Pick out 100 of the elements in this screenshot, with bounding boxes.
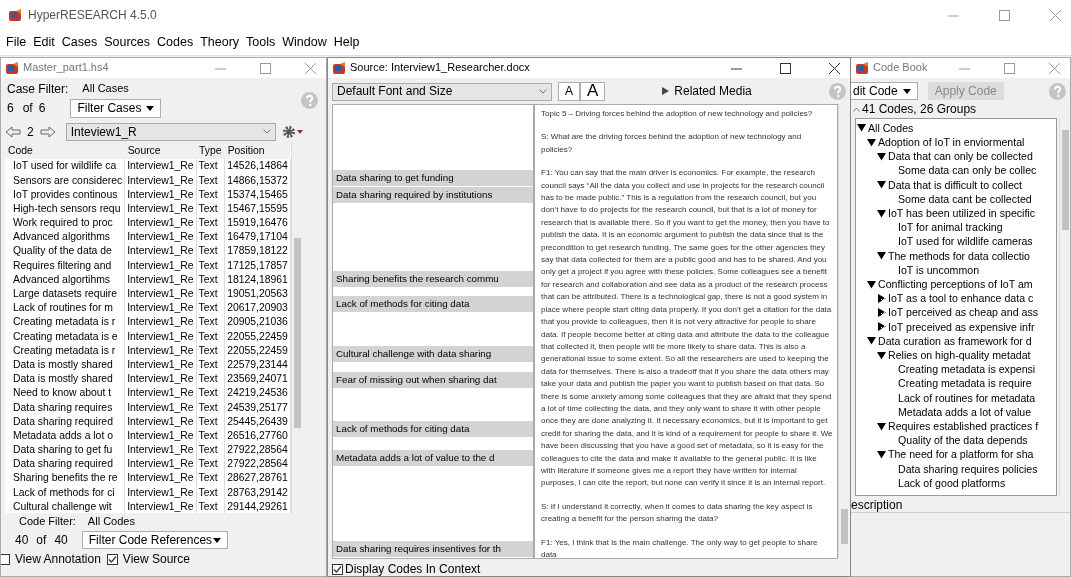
expanded-triangle-icon[interactable] [857,123,867,133]
tree-item[interactable]: Data sharing requires policies [898,461,1038,476]
font-dropdown[interactable]: Default Font and Size [332,82,552,101]
code-band[interactable]: Data sharing required by institutions [333,187,533,203]
table-cell: Text [196,216,225,231]
menu-item[interactable]: Theory [200,35,240,50]
table-cell: Quality of the data de [5,244,125,259]
column-header[interactable]: Code [5,142,125,160]
tree-item[interactable]: Some data cant be collected [898,191,1032,206]
tree-item[interactable]: IoT perceived as cheap and ass [888,305,1038,320]
tree-item[interactable]: Data that can only be collected [888,149,1033,164]
menu-item[interactable]: Help [333,35,360,50]
tree-item[interactable]: Conflicting perceptions of IoT am [878,277,1033,292]
column-header[interactable]: Type [196,142,225,160]
menu-item[interactable]: Window [282,35,327,50]
code-band[interactable]: Data sharing requires insentives for th [333,541,533,557]
tree-item[interactable]: Lack of routines for metadata [898,390,1036,405]
tree-item[interactable]: IoT preceived as expensive infr [888,319,1035,334]
tree-item[interactable]: All Codes [868,120,914,135]
code-band[interactable]: Lack of methods for citing data [333,296,533,312]
menu-item[interactable]: Codes [157,35,194,50]
expanded-triangle-icon[interactable] [867,137,877,147]
collapsed-triangle-icon[interactable] [877,308,887,317]
menu-item[interactable]: Edit [33,35,55,50]
checkbox[interactable] [1,554,10,566]
expanded-triangle-icon[interactable] [867,279,877,289]
table-cell: 29144,29261 [224,499,291,513]
expanded-triangle-icon[interactable] [877,180,887,190]
small-font-button[interactable]: A [558,82,580,101]
table-cell: 27922,28564 [224,443,291,458]
collapse-icon[interactable] [853,107,860,113]
code-band[interactable]: Metadata adds a lot of value to the d [333,450,533,466]
table-cell: Text [196,301,225,316]
table-cell: 14866,15372 [224,173,291,188]
checkbox-option[interactable]: Display Codes In Context [332,562,850,576]
code-band[interactable]: Cultural challenge with data sharing [333,346,533,362]
tree-item[interactable]: IoT for animal tracking [898,220,1003,235]
large-font-button[interactable]: A [580,82,606,101]
tree-item[interactable]: Requires established practices f [888,419,1039,434]
checkbox[interactable] [332,563,343,575]
code-band[interactable]: Data sharing to get funding [333,170,533,186]
app-icon [8,8,22,22]
column-header[interactable]: Source [124,142,197,160]
tree-item[interactable]: The methods for data collectio [888,248,1030,263]
expanded-triangle-icon[interactable] [867,336,877,346]
description-label: escription [851,497,903,512]
table-cell: Interview1_Re [124,258,197,273]
back-arrow-icon[interactable] [5,125,21,138]
checkbox-option[interactable]: View Source [106,552,190,567]
table-cell: Data sharing requires [5,400,125,415]
expanded-triangle-icon[interactable] [877,350,887,360]
tree-item[interactable]: Relies on high-quality metadat [888,348,1031,363]
case-dropdown[interactable]: Inteview1_R [65,122,276,141]
tree-item[interactable]: IoT is uncommon [898,262,980,277]
tree-item[interactable]: Quality of the data depends [898,433,1028,448]
menu-item[interactable]: Tools [246,35,276,50]
filter-label: Case Filter: [7,82,69,97]
filter-cases-button[interactable]: Filter Cases [70,99,162,118]
related-media-button[interactable]: Related Media [656,83,758,100]
collapsed-triangle-icon[interactable] [877,293,887,303]
column-header[interactable]: Position [224,142,291,160]
expanded-triangle-icon[interactable] [877,421,887,431]
menu-item[interactable]: Sources [104,35,150,50]
expanded-triangle-icon[interactable] [877,251,887,261]
checkbox[interactable] [106,554,118,566]
menu-item[interactable]: File [6,35,27,50]
table-cell: Interview1_Re [124,343,197,358]
tree-item[interactable]: Data curation as framework for d [878,333,1032,349]
gear-icon[interactable] [281,124,304,139]
tree-item[interactable]: Creating metadata is expensi [898,362,1036,377]
tree-item[interactable]: Some data can only be collec [898,163,1037,178]
edit-code-button[interactable]: dit Code [851,82,918,101]
collapsed-triangle-icon[interactable] [877,322,887,332]
maximize-icon[interactable] [780,62,791,74]
code-band[interactable]: Sharing benefits the research commu [333,271,533,287]
expanded-triangle-icon[interactable] [877,208,887,218]
tree-item[interactable]: IoT used for wildlife cameras [898,234,1033,249]
checkbox-option[interactable]: View Annotation [1,552,101,567]
table-cell: Interview1_Re [124,400,197,415]
chevron-icon [262,129,271,135]
table-cell: Interview1_Re [124,329,197,344]
menu-item[interactable]: Cases [61,35,98,50]
tree-item[interactable]: Lack of good platforms [898,475,1006,491]
expanded-triangle-icon[interactable] [877,151,887,161]
code-band[interactable]: Lack of methods for citing data [333,421,533,437]
tree-item[interactable]: Adoption of IoT in enviormental [878,135,1025,150]
table-cell: Interview1_Re [124,428,197,443]
table-cell: 19051,20563 [224,286,291,302]
tree-item[interactable]: Data that is difficult to collect [888,177,1023,192]
tree-item[interactable]: IoT as a tool to enhance data c [888,291,1034,306]
expanded-triangle-icon[interactable] [877,450,887,460]
tree-item[interactable]: IoT has been utilized in specific [888,206,1036,221]
code-band[interactable]: Fear of missing out when sharing dat [333,372,533,388]
table-cell: IoT used for wildlife ca [5,159,125,174]
close-icon[interactable] [829,62,840,74]
tree-item[interactable]: Creating metadata is require [898,376,1032,391]
forward-arrow-icon[interactable] [39,125,56,138]
tree-item[interactable]: The need for a platform for sha [888,447,1034,462]
filter-references-button[interactable]: Filter Code References [81,530,229,550]
tree-item[interactable]: Metadata adds a lot of value [898,404,1032,420]
